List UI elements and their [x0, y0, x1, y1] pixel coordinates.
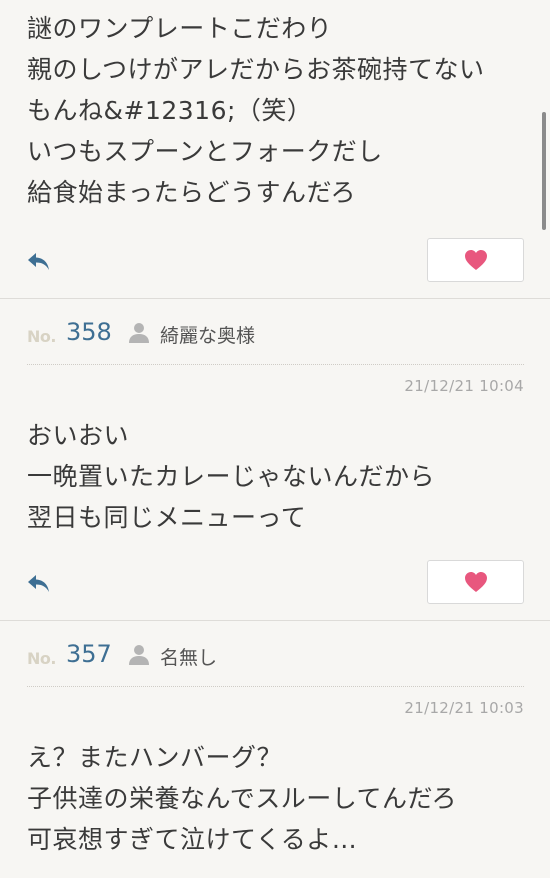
post-line: もんね&#12316;（笑）	[27, 96, 313, 125]
scrollbar[interactable]	[542, 112, 546, 230]
timestamp-row: 21/12/21 10:03	[0, 687, 550, 737]
post-line: おいおい	[27, 421, 130, 450]
post-item: No. 358 綺麗な奥様 21/12/21 10:04 おいおい 一晩置いたカ…	[0, 299, 550, 620]
reply-arrow-icon	[28, 253, 49, 270]
post-body: え？またハンバーグ？ 子供達の栄養なんでスルーしてんだろ 可哀想すぎて泣けてくる…	[0, 737, 550, 860]
timestamp-row: 21/12/21 10:04	[0, 365, 550, 415]
poster-name: 名無し	[160, 647, 218, 669]
post-line: 可哀想すぎて泣けてくるよ…	[27, 825, 358, 854]
like-button[interactable]	[427, 238, 524, 282]
post-actions	[0, 560, 550, 620]
post-item: No. 357 名無し 21/12/21 10:03 え？またハンバーグ？ 子供…	[0, 621, 550, 860]
reply-button[interactable]	[26, 250, 52, 274]
post-number[interactable]: 357	[66, 640, 112, 668]
reply-arrow-icon	[28, 575, 49, 592]
post-number-label: No.	[27, 327, 56, 346]
post-line: 謎のワンプレートこだわり	[27, 14, 333, 43]
post-line: 一晩置いたカレーじゃないんだから	[27, 462, 436, 491]
post-body: 謎のワンプレートこだわり 親のしつけがアレだからお茶碗持てない もんね&#123…	[0, 0, 550, 213]
post-line: いつもスプーンとフォークだし	[27, 137, 383, 166]
post-timestamp: 21/12/21 10:03	[404, 699, 524, 717]
post-header: No. 358 綺麗な奥様	[0, 299, 550, 365]
post-number[interactable]: 358	[66, 318, 112, 346]
post-actions	[0, 238, 550, 298]
post-line: 子供達の栄養なんでスルーしてんだろ	[27, 784, 458, 813]
post-header: No. 357 名無し	[0, 621, 550, 687]
post-line: え？またハンバーグ？	[27, 743, 283, 772]
like-button[interactable]	[427, 560, 524, 604]
post-line: 翌日も同じメニューって	[27, 503, 307, 532]
post-line: 親のしつけがアレだからお茶碗持てない	[27, 55, 485, 84]
heart-icon	[464, 250, 487, 270]
post-number-label: No.	[27, 649, 56, 668]
poster-name: 綺麗な奥様	[160, 325, 256, 347]
user-silhouette-icon	[129, 323, 149, 343]
user-silhouette-icon	[129, 645, 149, 665]
heart-icon	[464, 572, 487, 592]
reply-button[interactable]	[26, 572, 52, 596]
post-body: おいおい 一晩置いたカレーじゃないんだから 翌日も同じメニューって	[0, 415, 550, 538]
post-line: 給食始まったらどうすんだろ	[27, 178, 357, 207]
post-timestamp: 21/12/21 10:04	[404, 377, 524, 395]
post-item: 謎のワンプレートこだわり 親のしつけがアレだからお茶碗持てない もんね&#123…	[0, 0, 550, 298]
